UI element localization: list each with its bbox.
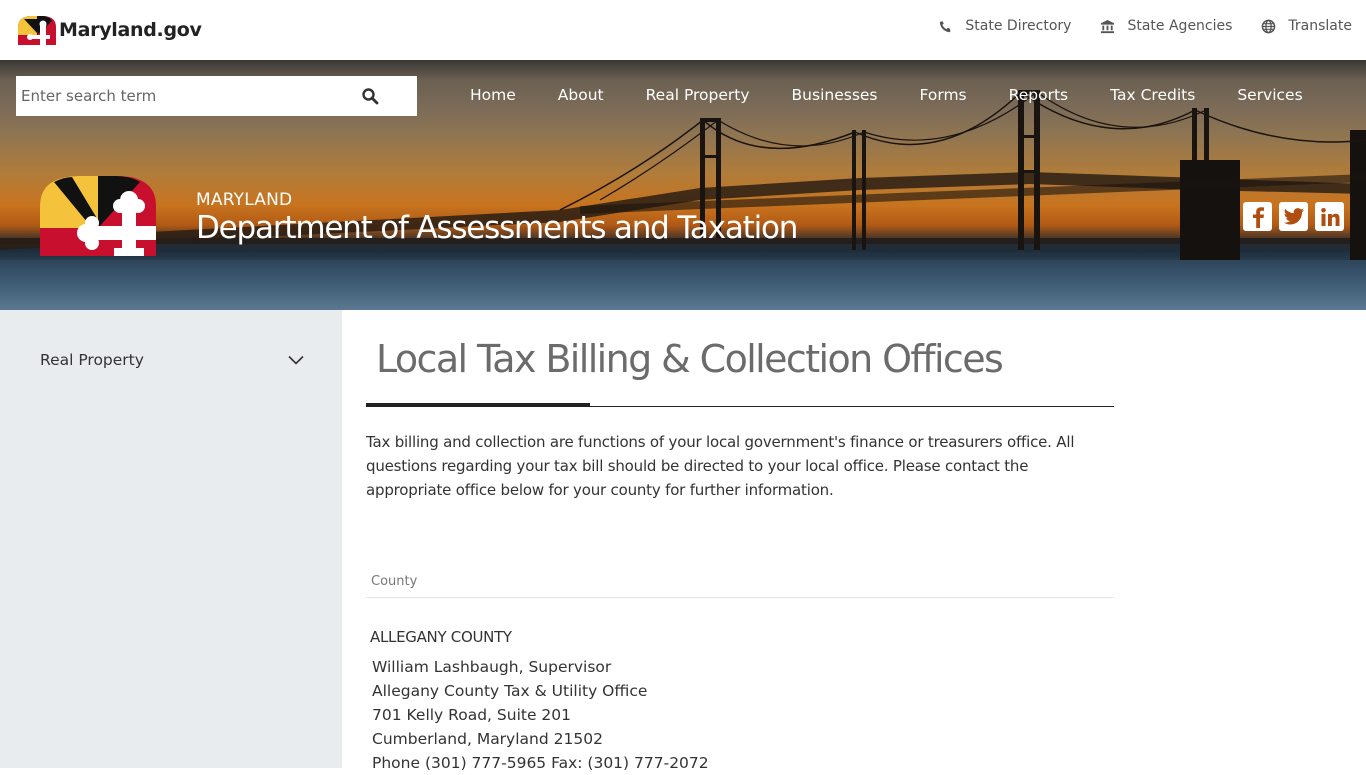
nav-reports[interactable]: Reports <box>988 86 1089 104</box>
utility-links: State Directory State Agencies Translate <box>938 18 1352 34</box>
table-column-header-county: County <box>371 574 418 589</box>
twitter-icon <box>1283 207 1304 225</box>
state-directory-label: State Directory <box>965 18 1072 34</box>
sidebar-item-real-property[interactable]: Real Property <box>40 351 304 369</box>
phone-icon <box>940 20 951 32</box>
search-input[interactable] <box>16 77 356 115</box>
social-links <box>1243 202 1344 231</box>
table-header-divider <box>366 597 1114 598</box>
office-contact-name: William Lashbaugh, Supervisor <box>372 658 612 676</box>
maryland-gov-home-link[interactable]: Maryland.gov <box>16 15 202 45</box>
facebook-icon <box>1252 206 1264 228</box>
nav-about[interactable]: About <box>537 86 625 104</box>
office-street-address: 701 Kelly Road, Suite 201 <box>372 706 571 724</box>
chevron-down-icon[interactable] <box>288 355 304 365</box>
translate-label: Translate <box>1288 18 1352 34</box>
search-icon[interactable] <box>361 87 379 105</box>
search-box <box>16 76 417 116</box>
agency-title[interactable]: Department of Assessments and Taxation <box>196 210 798 246</box>
intro-paragraph: Tax billing and collection are functions… <box>366 433 1075 499</box>
building-columns-icon <box>1101 19 1115 33</box>
office-name: Allegany County Tax & Utility Office <box>372 682 648 700</box>
county-name: ALLEGANY COUNTY <box>370 628 512 646</box>
agency-kicker: MARYLAND <box>196 190 293 210</box>
linkedin-icon <box>1320 207 1339 226</box>
state-directory-link[interactable]: State Directory <box>938 18 1071 34</box>
sidebar-item-label: Real Property <box>40 351 144 369</box>
nav-businesses[interactable]: Businesses <box>771 86 899 104</box>
page-title: Local Tax Billing & Collection Offices <box>376 337 1004 381</box>
maryland-flag-logo-icon <box>18 16 56 45</box>
top-utility-bar: Maryland.gov State Directory State Agenc… <box>0 0 1366 60</box>
twitter-link[interactable] <box>1279 202 1308 231</box>
nav-tax-credits[interactable]: Tax Credits <box>1089 86 1216 104</box>
linkedin-link[interactable] <box>1315 202 1344 231</box>
nav-forms[interactable]: Forms <box>899 86 988 104</box>
globe-icon <box>1262 19 1276 33</box>
office-city-state-zip: Cumberland, Maryland 21502 <box>372 730 603 748</box>
sdat-maryland-flag-logo[interactable] <box>40 176 156 256</box>
nav-services[interactable]: Services <box>1216 86 1323 104</box>
nav-home[interactable]: Home <box>449 86 537 104</box>
nav-real-property[interactable]: Real Property <box>625 86 771 104</box>
state-agencies-label: State Agencies <box>1127 18 1233 34</box>
brand-text: Maryland.gov <box>59 19 202 41</box>
sidebar: Real Property <box>0 310 342 768</box>
hero-banner: Home About Real Property Businesses Form… <box>0 60 1366 310</box>
main-navigation: Home About Real Property Businesses Form… <box>449 86 1324 104</box>
title-underline <box>366 406 1114 407</box>
office-phone-fax: Phone (301) 777-5965 Fax: (301) 777-2072 <box>372 754 709 772</box>
county-office-details: William Lashbaugh, Supervisor Allegany C… <box>372 655 709 775</box>
translate-link[interactable]: Translate <box>1261 18 1352 34</box>
facebook-link[interactable] <box>1243 202 1272 231</box>
state-agencies-link[interactable]: State Agencies <box>1100 18 1232 34</box>
